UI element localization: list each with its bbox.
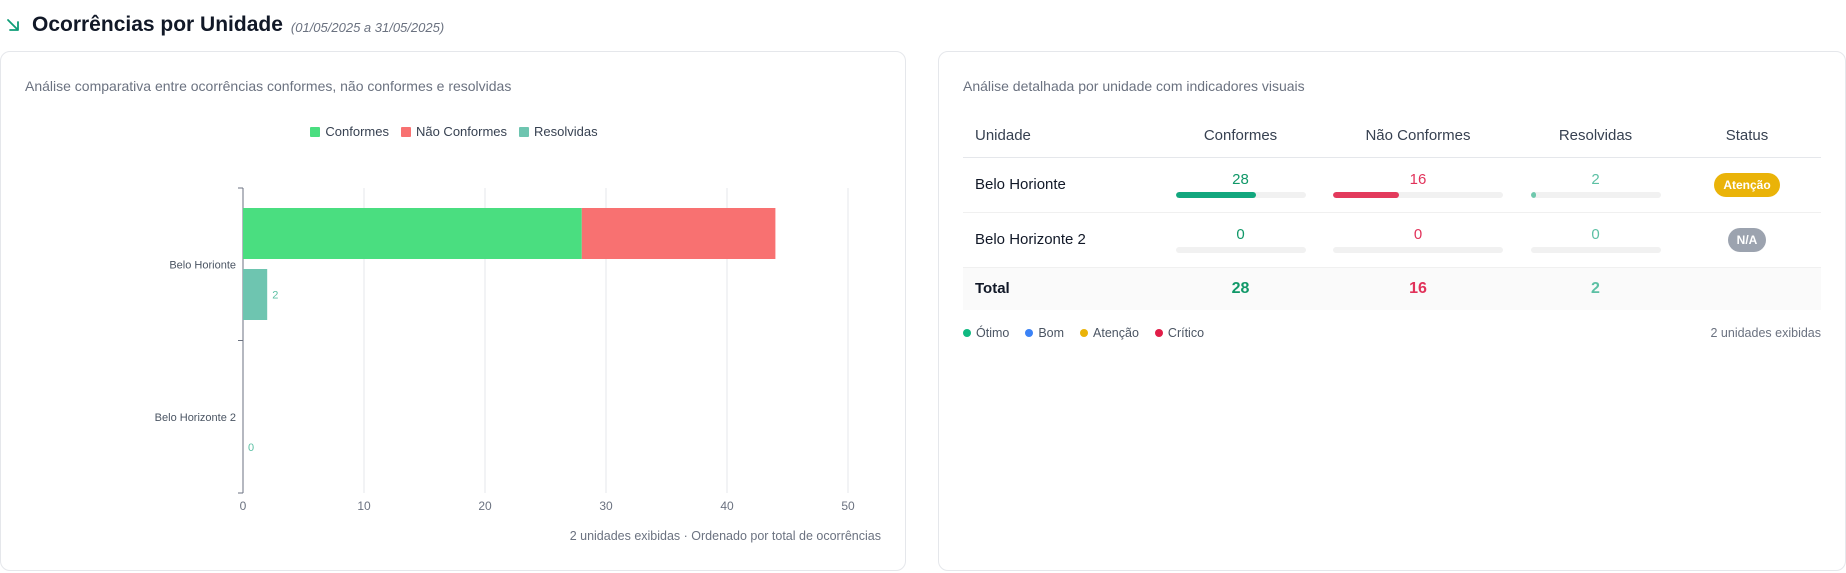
table-card: Análise detalhada por unidade com indica… xyxy=(938,51,1846,571)
x-tick-label: 40 xyxy=(720,499,734,513)
chart-card: Análise comparativa entre ocorrências co… xyxy=(0,51,906,571)
period-range: (01/05/2025 a 31/05/2025) xyxy=(290,19,445,35)
status-legend-atencao: Atenção xyxy=(1080,326,1139,340)
conformes-value: 28 xyxy=(1232,171,1249,188)
bar-resolvidas xyxy=(243,269,268,320)
x-tick-label: 20 xyxy=(478,499,492,513)
column-header-unidade[interactable]: Unidade xyxy=(963,114,1163,158)
resolvidas-cell: 0 xyxy=(1518,212,1673,268)
nao-conformes-progress xyxy=(1333,247,1503,253)
status-dot xyxy=(963,329,971,337)
total-label: Total xyxy=(963,267,1163,310)
legend-swatch xyxy=(400,126,411,137)
legend-label: Conformes xyxy=(325,124,389,139)
x-tick-label: 10 xyxy=(357,499,371,513)
bar-no-conformes xyxy=(581,208,776,259)
table-description: Análise detalhada por unidade com indica… xyxy=(963,78,1305,94)
horizontal-bar-chart: 0 10 20 30 40 50 Belo Horionte 2 Belo Horizonte … xyxy=(155,187,855,513)
column-header-nao-conformes[interactable]: Não Conformes xyxy=(1318,114,1518,158)
status-badge: N/A xyxy=(1727,227,1767,252)
nao-conformes-cell: 16 xyxy=(1318,157,1518,213)
progress-fill xyxy=(1530,192,1536,198)
resolvidas-progress xyxy=(1530,247,1661,253)
total-resolvidas-value: 2 xyxy=(1591,279,1600,297)
total-conformes: 28 xyxy=(1163,267,1318,310)
status-dot xyxy=(1025,329,1034,337)
table-row[interactable]: Belo Horizonte 2 0 0 0 N/A xyxy=(963,212,1821,268)
column-header-resolvidas[interactable]: Resolvidas xyxy=(1518,114,1673,158)
status-legend-bom: Bom xyxy=(1025,326,1064,340)
column-header-conformes[interactable]: Conformes xyxy=(1163,114,1318,158)
status-dot xyxy=(1080,329,1089,337)
conformes-value: 0 xyxy=(1236,226,1245,243)
status-cell: N/A xyxy=(1673,212,1821,268)
total-status xyxy=(1673,267,1821,310)
status-legend-label: Crítico xyxy=(1167,326,1205,340)
legend-swatch xyxy=(310,126,321,137)
resolvidas-value: 2 xyxy=(1591,171,1600,188)
nao-conformes-progress xyxy=(1333,192,1503,198)
legend-label: Resolvidas xyxy=(534,124,598,139)
total-resolvidas: 2 xyxy=(1518,267,1673,310)
status-legend-label: Atenção xyxy=(1093,326,1139,340)
total-conformes-value: 28 xyxy=(1231,279,1250,297)
legend-label: Não Conformes xyxy=(415,124,508,139)
total-nao-conformes-value: 16 xyxy=(1409,279,1427,297)
status-cell: Atenção xyxy=(1673,157,1821,213)
legend-item-nao-conformes[interactable]: Não Conformes xyxy=(400,124,508,139)
status-dot xyxy=(1154,329,1163,337)
resolvidas-progress xyxy=(1530,192,1661,198)
y-tick-label: Belo Horionte xyxy=(169,259,236,271)
conformes-progress xyxy=(1175,192,1306,198)
table-header-row: Unidade Conformes Não Conformes Resolvid… xyxy=(963,114,1821,158)
section-header: Ocorrências por Unidade (01/05/2025 a 31… xyxy=(6,10,444,40)
progress-fill xyxy=(1175,192,1257,198)
unit-name: Belo Horionte xyxy=(963,157,1163,213)
nao-conformes-cell: 0 xyxy=(1318,212,1518,268)
chart-description: Análise comparativa entre ocorrências co… xyxy=(25,78,512,94)
conformes-progress xyxy=(1175,247,1306,253)
status-badge: Atenção xyxy=(1714,172,1780,197)
resolvidas-cell: 2 xyxy=(1518,157,1673,213)
status-legend-label: Ótimo xyxy=(976,326,1010,340)
column-header-status[interactable]: Status xyxy=(1673,114,1821,158)
status-legend: Ótimo Bom Atenção Crítico xyxy=(963,326,1204,340)
x-tick-label: 50 xyxy=(841,499,855,513)
x-tick-label: 0 xyxy=(240,499,247,513)
units-count: 2 unidades exibidas xyxy=(1710,326,1822,340)
table-row[interactable]: Belo Horionte 28 16 2 Atenção xyxy=(963,157,1821,213)
conformes-cell: 28 xyxy=(1163,157,1318,213)
bar-conformes xyxy=(243,208,582,259)
legend-item-resolvidas[interactable]: Resolvidas xyxy=(519,124,598,139)
y-tick-label: Belo Horizonte 2 xyxy=(155,412,236,424)
units-table: Unidade Conformes Não Conformes Resolvid… xyxy=(963,114,1821,310)
total-nao-conformes: 16 xyxy=(1318,267,1518,310)
chart-legend: Conformes Não Conformes Resolvidas xyxy=(1,124,907,139)
data-label: 2 xyxy=(272,290,278,302)
table-total-row: Total 28 16 2 xyxy=(963,267,1821,310)
resolvidas-value: 0 xyxy=(1591,226,1600,243)
conformes-cell: 0 xyxy=(1163,212,1318,268)
status-legend-critico: Crítico xyxy=(1154,326,1205,340)
unit-name: Belo Horizonte 2 xyxy=(963,212,1163,268)
page-title: Ocorrências por Unidade xyxy=(32,13,283,36)
status-legend-label: Bom xyxy=(1038,326,1065,340)
progress-fill xyxy=(1333,192,1400,198)
x-tick-label: 30 xyxy=(599,499,613,513)
nao-conformes-value: 16 xyxy=(1409,171,1427,188)
data-label: 0 xyxy=(248,442,254,454)
legend-swatch xyxy=(519,126,530,137)
legend-item-conformes[interactable]: Conformes xyxy=(310,124,389,139)
status-legend-otimo: Ótimo xyxy=(963,326,1009,340)
arrow-down-right-icon xyxy=(7,19,19,31)
chart-footer: 2 unidades exibidas · Ordenado por total… xyxy=(569,529,881,543)
nao-conformes-value: 0 xyxy=(1413,226,1423,243)
